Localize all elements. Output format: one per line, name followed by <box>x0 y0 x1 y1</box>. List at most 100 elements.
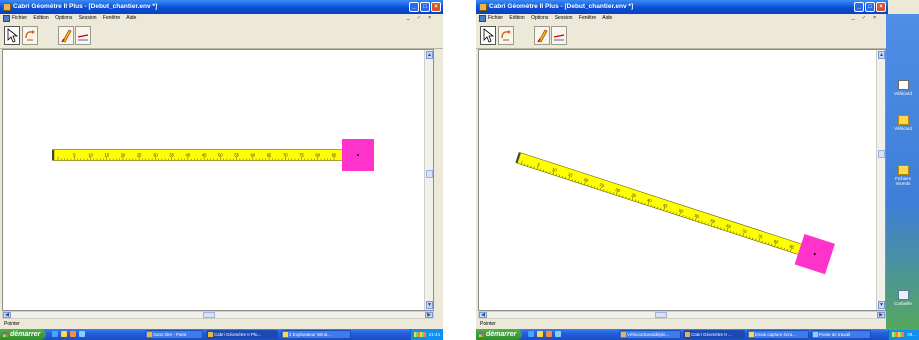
status-bar: Pointer <box>476 320 919 329</box>
recycle-bin-icon <box>897 290 909 300</box>
menu-fenetre[interactable]: Fenêtre <box>103 15 120 21</box>
start-button[interactable]: démarrer <box>0 329 46 340</box>
rotate-tool-button[interactable] <box>22 26 38 45</box>
tray-icons[interactable] <box>413 332 426 337</box>
desktop-item-vehicard-folder[interactable]: Véhicard <box>889 115 917 131</box>
scroll-right-icon[interactable]: ▶ <box>877 312 885 318</box>
ruler-tick-label: 45 <box>202 153 207 158</box>
desktop-icon[interactable] <box>555 331 561 337</box>
horizontal-scroll-thumb[interactable] <box>655 312 667 318</box>
segment-tool-button[interactable] <box>75 26 91 45</box>
folder-icon[interactable] <box>537 331 543 337</box>
menu-bar: Fichier Edition Options Session Fenêtre … <box>0 14 443 23</box>
window-controls: _ □ × <box>409 2 441 12</box>
ruler-end-cap <box>52 149 54 161</box>
scroll-right-icon[interactable]: ▶ <box>425 312 433 318</box>
title-bar[interactable]: Cabri Géomètre II Plus - [Debut_chantier… <box>0 0 443 14</box>
menu-session[interactable]: Session <box>555 15 573 21</box>
horizontal-scroll-thumb[interactable] <box>203 312 215 318</box>
toolbar <box>476 23 888 49</box>
window-controls: _ □ × <box>854 2 886 12</box>
task-capture[interactable]: Essai capture écra... <box>747 330 809 339</box>
cabri-icon <box>208 332 213 337</box>
task-vehicard[interactable]: Véhicardcanddéplo... <box>619 330 681 339</box>
document-icon[interactable] <box>479 15 486 22</box>
browser-icon[interactable] <box>528 331 534 337</box>
vertical-scroll-thumb[interactable] <box>878 150 885 158</box>
desktop-item-recent-files[interactable]: Fichiers récents <box>889 165 917 186</box>
menu-edition[interactable]: Edition <box>509 15 524 21</box>
minimize-icon[interactable]: _ <box>409 2 419 12</box>
pointer-arrow-icon <box>7 28 19 43</box>
menu-fenetre[interactable]: Fenêtre <box>579 15 596 21</box>
segment-icon <box>77 34 89 41</box>
menu-options[interactable]: Options <box>531 15 548 21</box>
tray-icons[interactable] <box>892 332 905 337</box>
pointer-tool-button[interactable] <box>480 26 496 45</box>
status-bar: Pointer <box>0 320 443 329</box>
menu-fichier[interactable]: Fichier <box>12 15 27 21</box>
menu-fichier[interactable]: Fichier <box>488 15 503 21</box>
paint-icon <box>147 332 152 337</box>
scroll-up-icon[interactable]: ▲ <box>426 51 433 59</box>
horizontal-scrollbar[interactable]: ◀ ▶ <box>478 311 886 319</box>
document-icon[interactable] <box>3 15 10 22</box>
ruler[interactable]: 510152025303540455055606570758085 <box>512 142 835 275</box>
desktop-item-recycle-bin[interactable]: Corbeille <box>889 290 917 306</box>
desktop-item-vehicard-doc[interactable]: Véhicard <box>889 80 917 96</box>
ruler-tick-label: 60 <box>250 153 255 158</box>
scroll-up-icon[interactable]: ▲ <box>878 51 885 59</box>
cabri-app-icon <box>479 3 487 11</box>
ruler-tick-label: 20 <box>121 153 126 158</box>
media-icon[interactable] <box>70 331 76 337</box>
desktop-icon[interactable] <box>79 331 85 337</box>
segment-icon <box>553 34 565 41</box>
mdi-controls[interactable]: _ ♂ × <box>407 14 434 23</box>
vertical-scrollbar[interactable]: ▲ ▼ <box>876 50 885 310</box>
menu-aide[interactable]: Aide <box>602 15 612 21</box>
close-icon[interactable]: × <box>876 2 886 12</box>
menu-edition[interactable]: Edition <box>33 15 48 21</box>
pen-tool-button[interactable] <box>534 26 550 45</box>
desktop-item-label: Corbeille <box>894 301 912 306</box>
browser-icon[interactable] <box>52 331 58 337</box>
task-poste-de-travail[interactable]: Poste de travail <box>811 330 871 339</box>
scroll-left-icon[interactable]: ◀ <box>479 312 487 318</box>
desktop-item-label: Véhicard <box>894 126 912 131</box>
start-label: démarrer <box>10 331 41 338</box>
ruler-tick-label: 65 <box>267 153 272 158</box>
task-explorer[interactable]: 2 Explorateur Wind... <box>281 330 351 339</box>
title-bar[interactable]: Cabri Géomètre II Plus - [Debut_chantier… <box>476 0 888 14</box>
task-label: Sans titre - Paint <box>153 332 187 337</box>
scroll-left-icon[interactable]: ◀ <box>3 312 11 318</box>
folder-icon[interactable] <box>61 331 67 337</box>
pen-tool-button[interactable] <box>58 26 74 45</box>
maximize-icon[interactable]: □ <box>420 2 430 12</box>
minimize-icon[interactable]: _ <box>854 2 864 12</box>
scroll-down-icon[interactable]: ▼ <box>878 301 885 309</box>
menu-aide[interactable]: Aide <box>126 15 136 21</box>
horizontal-scrollbar[interactable]: ◀ ▶ <box>2 311 434 319</box>
menu-options[interactable]: Options <box>55 15 72 21</box>
pointer-tool-button[interactable] <box>4 26 20 45</box>
task-cabri[interactable]: Cabri Géomètre II Plu... <box>206 330 278 339</box>
segment-tool-button[interactable] <box>551 26 567 45</box>
vertical-scrollbar[interactable]: ▲ ▼ <box>424 50 433 310</box>
vertical-scroll-thumb[interactable] <box>426 170 433 178</box>
document-icon <box>621 332 626 337</box>
ruler[interactable]: 510152025303540455055606570758085 <box>52 139 374 171</box>
drawing-canvas[interactable]: 5 10 15 20 25 30 35 40 45 50 55 60 65 70 75 80 85 ▲ ▼ <box>478 49 886 311</box>
task-paint[interactable]: Sans titre - Paint <box>145 330 203 339</box>
drawing-canvas[interactable]: 5 10 15 20 25 30 35 40 45 50 55 60 65 70 75 80 85 ▲ ▼ <box>2 49 434 311</box>
mdi-controls[interactable]: _ ♂ × <box>852 14 879 23</box>
task-cabri[interactable]: Cabri Géomètre II ... <box>683 330 745 339</box>
media-icon[interactable] <box>546 331 552 337</box>
maximize-icon[interactable]: □ <box>865 2 875 12</box>
start-button[interactable]: démarrer <box>476 329 522 340</box>
ruler-tick-label: 55 <box>234 153 239 158</box>
menu-session[interactable]: Session <box>79 15 97 21</box>
close-icon[interactable]: × <box>431 2 441 12</box>
rotate-tool-button[interactable] <box>498 26 514 45</box>
scroll-down-icon[interactable]: ▼ <box>426 301 433 309</box>
ruler-tick-label: 70 <box>283 153 288 158</box>
